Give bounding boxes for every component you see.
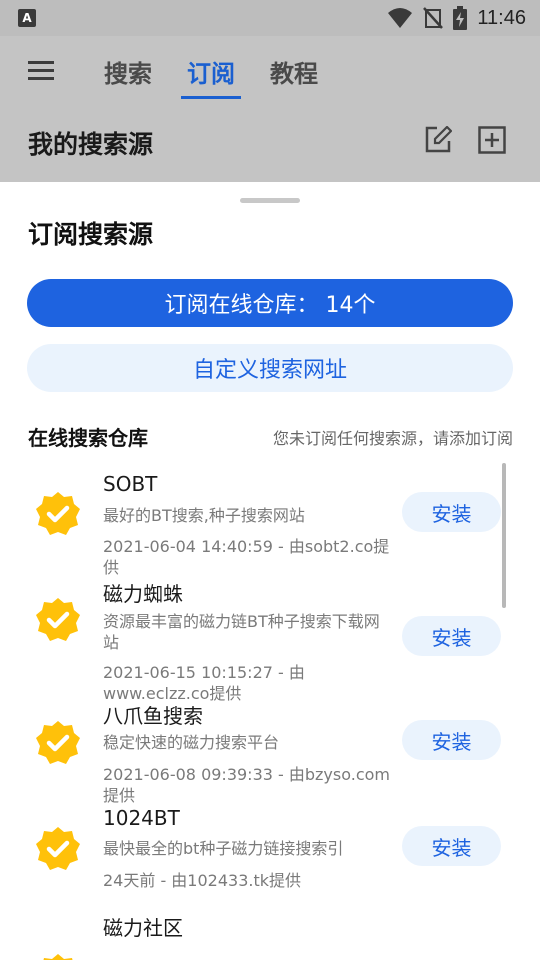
verified-badge-icon bbox=[36, 721, 80, 764]
source-meta: 2021-06-15 10:15:27 - 由www.eclzz.co提供 bbox=[103, 663, 305, 703]
source-description: 最好的BT搜索,种子搜索网站 bbox=[103, 506, 305, 525]
source-name: 八爪鱼搜索 bbox=[103, 704, 203, 728]
sheet-title: 订阅搜索源 bbox=[28, 220, 154, 249]
edit-icon[interactable] bbox=[424, 126, 452, 154]
battery-charging-icon bbox=[453, 6, 468, 30]
subscription-hint: 您未订阅任何搜索源，请添加订阅 bbox=[272, 429, 513, 448]
verified-badge-icon bbox=[36, 827, 80, 870]
install-button[interactable]: 安装 bbox=[402, 616, 501, 656]
verified-badge-icon bbox=[36, 492, 80, 535]
status-bar: A 11:46 bbox=[0, 0, 540, 36]
install-button[interactable]: 安装 bbox=[402, 826, 501, 866]
source-description: 最快最全的bt种子磁力链接搜索引 bbox=[103, 839, 344, 858]
source-meta: 24天前 - 由102433.tk提供 bbox=[103, 871, 302, 890]
menu-icon[interactable] bbox=[28, 56, 64, 86]
sheet-drag-handle[interactable] bbox=[240, 198, 300, 203]
app-header: 搜索 订阅 教程 我的搜索源 bbox=[0, 36, 540, 182]
source-description: 资源最丰富的磁力链BT种子搜索下载网站 bbox=[103, 612, 380, 652]
clock: 11:46 bbox=[477, 6, 526, 29]
source-description: 稳定快速的磁力搜索平台 bbox=[103, 733, 280, 752]
tab-tutorial[interactable]: 教程 bbox=[270, 54, 318, 97]
custom-search-url-button[interactable]: 自定义搜索网址 bbox=[27, 344, 513, 392]
tab-bar: 搜索 订阅 教程 bbox=[104, 54, 318, 99]
subscribe-online-repo-button[interactable]: 订阅在线仓库： 14个 bbox=[27, 279, 513, 327]
verified-badge-icon bbox=[36, 598, 80, 641]
source-name: 磁力社区 bbox=[103, 916, 183, 940]
source-name: SOBT bbox=[103, 472, 158, 496]
install-button[interactable]: 安装 bbox=[402, 720, 501, 760]
app-notification-icon: A bbox=[18, 9, 36, 27]
scrollbar[interactable] bbox=[502, 463, 506, 608]
source-meta: 2021-06-08 09:39:33 - 由bzyso.com提供 bbox=[103, 765, 391, 805]
repo-list[interactable]: SOBT 最好的BT搜索,种子搜索网站 2021-06-04 14:40:59 … bbox=[0, 460, 540, 960]
online-repo-heading: 在线搜索仓库 bbox=[28, 426, 148, 450]
install-button[interactable]: 安装 bbox=[402, 492, 501, 532]
no-signal-icon bbox=[423, 7, 444, 29]
status-icons: 11:46 bbox=[387, 0, 526, 36]
source-name: 磁力蜘蛛 bbox=[103, 582, 183, 606]
add-box-icon[interactable] bbox=[478, 126, 506, 154]
tab-subscribe[interactable]: 订阅 bbox=[181, 54, 241, 99]
source-meta: 2021-06-04 14:40:59 - 由sobt2.co提供 bbox=[103, 537, 390, 577]
verified-badge-icon bbox=[43, 954, 73, 960]
wifi-icon bbox=[388, 8, 413, 28]
source-name: 1024BT bbox=[103, 806, 180, 830]
tab-search[interactable]: 搜索 bbox=[104, 54, 152, 97]
page-title: 我的搜索源 bbox=[28, 130, 154, 159]
subscribe-sheet: 订阅搜索源 订阅在线仓库： 14个 自定义搜索网址 在线搜索仓库 您未订阅任何搜… bbox=[0, 182, 540, 960]
